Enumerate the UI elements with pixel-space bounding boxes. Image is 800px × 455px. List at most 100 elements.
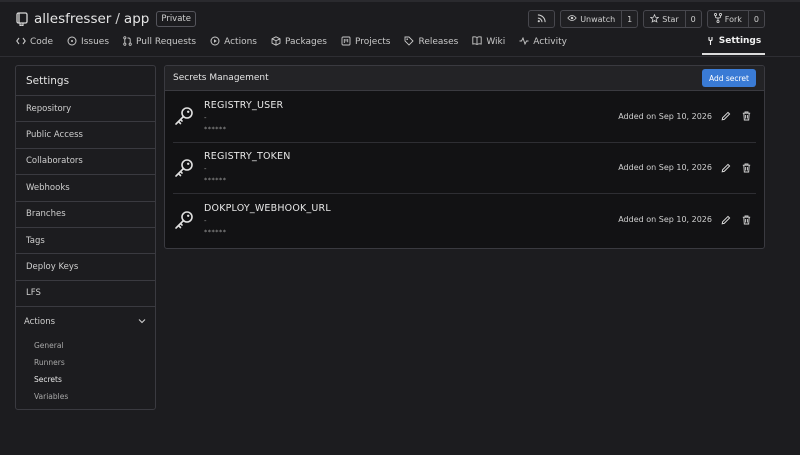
pull-request-icon [123,35,132,49]
eye-icon [567,14,577,24]
book-icon [472,36,482,48]
tab-releases[interactable]: Releases [404,36,458,49]
sidebar-item-tags[interactable]: Tags [16,228,155,255]
tab-label: Code [30,37,54,47]
star-count[interactable]: 0 [684,11,701,27]
fork-label: Fork [724,14,742,24]
repo-header: allesfresser / app Private [16,10,196,28]
tab-label: Activity [533,37,567,47]
key-icon [173,105,195,127]
header-divider [0,56,800,57]
watch-button[interactable]: Unwatch 1 [560,10,639,28]
tab-wiki[interactable]: Wiki [472,36,505,48]
issue-icon [67,36,77,49]
play-icon [210,36,220,49]
secret-added-date: Added on Sep 10, 2026 [618,163,712,173]
repo-tabs: Code Issues Pull Requests Actions Packag… [16,34,581,50]
secret-row: REGISTRY_USER - ****** Added on Sep 10, … [173,91,756,143]
tab-settings[interactable]: Settings [702,34,765,55]
secret-row: DOKPLOY_WEBHOOK_URL - ****** Added on Se… [173,194,756,246]
tab-label: Settings [718,36,762,46]
secret-row: REGISTRY_TOKEN - ****** Added on Sep 10,… [173,143,756,195]
sidebar-item-collaborators[interactable]: Collaborators [16,149,155,176]
star-icon [649,13,660,25]
tab-label: Wiki [486,37,506,47]
fork-count[interactable]: 0 [747,11,764,27]
trash-icon[interactable] [740,162,752,174]
tools-icon [706,36,715,49]
sidebar-item-repository[interactable]: Repository [16,96,155,123]
tab-projects[interactable]: Projects [341,36,390,49]
repo-title: allesfresser / app [34,11,149,27]
secret-masked-value: ****** [204,228,227,237]
watch-count[interactable]: 1 [621,11,637,27]
trash-icon[interactable] [740,214,752,226]
star-label: Star [662,14,679,24]
top-divider [0,0,800,2]
secret-description: - [204,113,207,122]
key-icon [173,209,195,231]
repo-name-link[interactable]: app [124,11,149,27]
sidebar-subitem-secrets[interactable]: Secrets [16,371,155,388]
secret-added-date: Added on Sep 10, 2026 [618,215,712,225]
sidebar-subitem-runners[interactable]: Runners [16,354,155,371]
tab-label: Pull Requests [136,37,197,47]
sidebar-item-branches[interactable]: Branches [16,202,155,228]
tab-label: Packages [285,37,327,47]
secret-masked-value: ****** [204,124,227,133]
repo-owner-link[interactable]: allesfresser [34,11,111,27]
sidebar-group-actions[interactable]: Actions [16,307,155,337]
repo-separator: / [115,11,120,27]
sidebar-subitem-general[interactable]: General [16,337,155,354]
sidebar-item-lfs[interactable]: LFS [16,281,155,308]
pencil-icon[interactable] [720,110,732,122]
rss-icon [537,13,546,25]
fork-icon [713,12,722,25]
tab-actions[interactable]: Actions [210,36,257,49]
secret-name: DOKPLOY_WEBHOOK_URL [204,203,331,215]
tab-packages[interactable]: Packages [271,35,327,49]
code-icon [16,37,26,48]
visibility-badge: Private [156,11,196,27]
sidebar-item-webhooks[interactable]: Webhooks [16,175,155,202]
tab-label: Actions [224,37,257,47]
tab-pull-requests[interactable]: Pull Requests [123,35,197,49]
rss-button[interactable] [528,10,556,28]
secret-description: - [204,165,207,174]
key-icon [173,157,195,179]
pulse-icon [519,36,529,48]
sidebar-group-label: Actions [24,317,56,328]
package-icon [271,35,281,49]
tab-label: Releases [418,37,459,47]
secret-description: - [204,217,207,226]
tab-activity[interactable]: Activity [519,36,567,48]
sidebar-subitem-variables[interactable]: Variables [16,388,155,405]
tab-label: Issues [81,37,110,47]
repo-actions: Unwatch 1 Star 0 Fork 0 [528,10,765,28]
fork-button[interactable]: Fork 0 [706,10,765,28]
tab-label: Projects [355,37,391,47]
sidebar-item-deploy-keys[interactable]: Deploy Keys [16,254,155,281]
project-icon [341,36,351,49]
secret-masked-value: ****** [204,176,227,185]
watch-label: Unwatch [580,14,616,24]
chevron-down-icon [138,317,146,327]
tab-code[interactable]: Code [16,37,53,48]
panel-title: Secrets Management [173,73,269,83]
secret-name: REGISTRY_TOKEN [204,151,291,163]
secrets-panel: Secrets Management Add secret REGISTRY_U… [164,65,765,249]
secret-added-date: Added on Sep 10, 2026 [618,111,712,121]
pencil-icon[interactable] [720,162,732,174]
tab-issues[interactable]: Issues [67,36,109,49]
sidebar-item-public-access[interactable]: Public Access [16,122,155,149]
secrets-panel-header: Secrets Management Add secret [165,66,764,91]
trash-icon[interactable] [740,110,752,122]
secret-name: REGISTRY_USER [204,99,284,111]
pencil-icon[interactable] [720,214,732,226]
settings-sidebar: Settings Repository Public Access Collab… [15,65,156,410]
tag-icon [404,36,415,49]
star-button[interactable]: Star 0 [643,10,702,28]
sidebar-title: Settings [16,66,155,96]
add-secret-button[interactable]: Add secret [701,69,756,87]
repo-icon [16,12,28,26]
